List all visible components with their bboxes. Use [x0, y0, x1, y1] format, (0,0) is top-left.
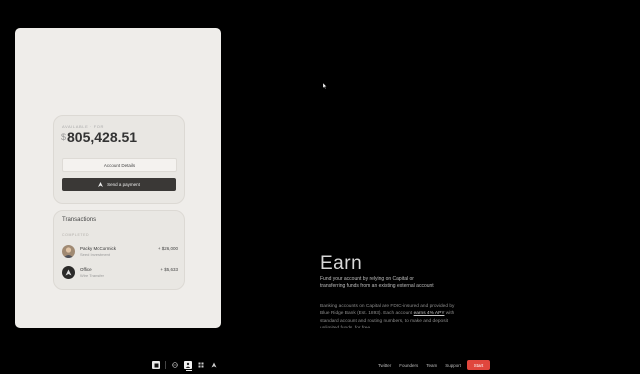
- bottom-nav-bar: Twitter Founders Team Support Start: [152, 359, 492, 371]
- transaction-amount: + $26,000: [157, 246, 178, 251]
- user-icon[interactable]: [184, 361, 192, 369]
- currency-symbol: $: [61, 132, 67, 142]
- active-indicator: [186, 370, 192, 371]
- mouse-cursor-icon: [323, 83, 327, 89]
- account-details-button[interactable]: Account Details: [62, 158, 177, 172]
- transactions-title: Transactions: [62, 217, 97, 223]
- start-label: Start: [473, 362, 484, 368]
- transaction-row[interactable]: Office Wire Transfer + $5,633: [62, 265, 178, 281]
- arrow-icon[interactable]: [210, 361, 218, 369]
- hero-description: Banking accounts on Capital are FDIC-ins…: [320, 303, 455, 328]
- nav-twitter[interactable]: Twitter: [378, 363, 391, 368]
- nav-team[interactable]: Team: [426, 363, 437, 368]
- transaction-name: Packy McCormick: [80, 246, 117, 251]
- logo-icon[interactable]: [152, 361, 160, 369]
- apy-link[interactable]: earns 4% APY: [414, 311, 445, 316]
- divider: [165, 361, 166, 369]
- nav-founders[interactable]: Founders: [399, 363, 418, 368]
- grid-icon[interactable]: [197, 361, 205, 369]
- transaction-name: Office: [80, 267, 92, 272]
- balance-amount: $805,428.51: [61, 129, 137, 145]
- transaction-amount: + $5,633: [160, 267, 178, 272]
- transaction-row[interactable]: Packy McCormick Seed Investment + $26,00…: [62, 244, 178, 260]
- avatar: [62, 245, 75, 258]
- transactions-section-label: COMPLETED: [62, 233, 90, 237]
- hero-fund-text: Fund your account by relying on Capital …: [320, 276, 434, 289]
- transactions-card: Transactions COMPLETED Packy McCormick S…: [53, 210, 185, 290]
- transaction-sub: Seed Investment: [80, 252, 111, 257]
- nav-support[interactable]: Support: [445, 363, 461, 368]
- send-payment-label: Send a payment: [107, 182, 140, 187]
- balance-card: AVAILABLE · FOR $805,428.51 Account Deta…: [53, 115, 185, 204]
- send-payment-button[interactable]: Send a payment: [62, 178, 176, 191]
- start-button[interactable]: Start: [467, 360, 490, 370]
- hero-heading: Earn: [320, 253, 363, 274]
- balance-value: 805,428.51: [67, 129, 138, 145]
- globe-icon[interactable]: [171, 361, 179, 369]
- account-details-label: Account Details: [103, 162, 136, 168]
- transaction-sub: Wire Transfer: [80, 273, 105, 278]
- hero-section: Earn Fund your account by relying on Cap…: [320, 252, 460, 328]
- app-preview-panel: AVAILABLE · FOR $805,428.51 Account Deta…: [15, 28, 221, 328]
- nav-links: Twitter Founders Team Support: [378, 359, 461, 371]
- send-arrow-icon: [98, 182, 104, 187]
- office-logo-icon: [62, 266, 75, 279]
